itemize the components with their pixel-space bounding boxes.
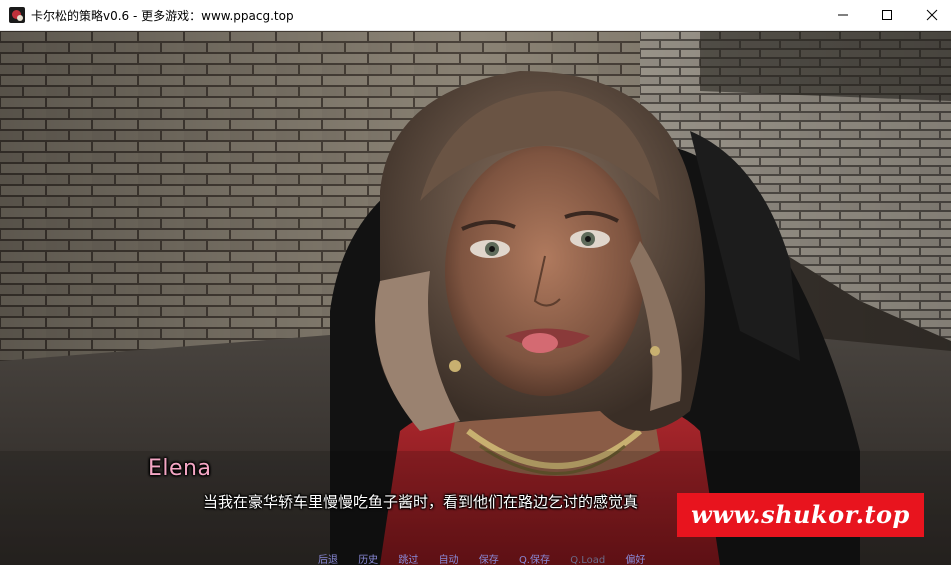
maximize-icon bbox=[882, 10, 892, 20]
game-scene[interactable]: Elena 当我在豪华轿车里慢慢吃鱼子酱时，看到他们在路边乞讨的感觉真 www.… bbox=[0, 31, 951, 565]
close-button[interactable] bbox=[909, 0, 951, 30]
quick-menu-skip[interactable]: 跳过 bbox=[398, 554, 418, 565]
scene-artwork bbox=[0, 31, 951, 565]
quick-menu-quick-save[interactable]: Q.保存 bbox=[519, 554, 550, 565]
game-window: 卡尔松的策略v0.6 - 更多游戏：www.ppacg.top Elena 当我… bbox=[0, 0, 951, 565]
dialogue-text[interactable]: 当我在豪华轿车里慢慢吃鱼子酱时，看到他们在路边乞讨的感觉真 bbox=[203, 491, 638, 512]
close-icon bbox=[926, 9, 938, 21]
window-title: 卡尔松的策略v0.6 - 更多游戏：www.ppacg.top bbox=[31, 9, 294, 23]
title-bar[interactable]: 卡尔松的策略v0.6 - 更多游戏：www.ppacg.top bbox=[0, 0, 951, 31]
game-app-icon bbox=[9, 7, 25, 23]
speaker-name: Elena bbox=[148, 456, 212, 481]
quick-menu-back[interactable]: 后退 bbox=[318, 554, 338, 565]
quick-menu-history[interactable]: 历史 bbox=[358, 554, 378, 565]
quick-menu: 后退 历史 跳过 自动 保存 Q.保存 Q.Load 偏好 bbox=[318, 554, 662, 565]
minimize-button[interactable] bbox=[820, 0, 866, 30]
watermark-banner: www.shukor.top bbox=[677, 493, 924, 537]
quick-menu-quick-load[interactable]: Q.Load bbox=[570, 554, 605, 565]
maximize-button[interactable] bbox=[864, 0, 910, 30]
quick-menu-preferences[interactable]: 偏好 bbox=[625, 554, 645, 565]
quick-menu-auto[interactable]: 自动 bbox=[439, 554, 459, 565]
quick-menu-save[interactable]: 保存 bbox=[479, 554, 499, 565]
minimize-icon bbox=[838, 14, 848, 16]
